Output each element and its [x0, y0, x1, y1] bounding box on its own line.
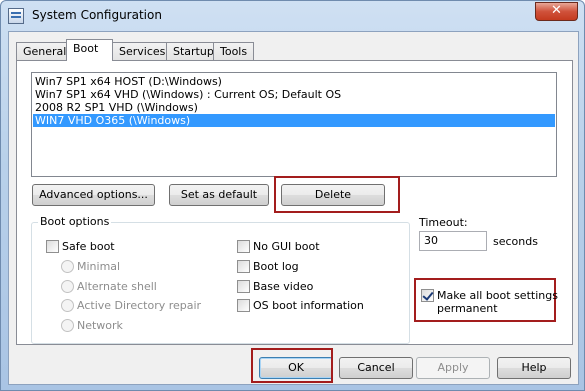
radio-dot — [61, 259, 74, 273]
minimal-label: Minimal — [77, 260, 121, 273]
ad-repair-radio[interactable]: Active Directory repair — [61, 298, 202, 313]
no-gui-boot-checkbox[interactable]: No GUI boot — [237, 239, 320, 254]
list-item[interactable]: 2008 R2 SP1 VHD (\Windows) — [33, 101, 555, 114]
alternate-shell-label: Alternate shell — [77, 280, 157, 293]
safe-boot-label: Safe boot — [62, 240, 115, 253]
boot-log-checkbox[interactable]: Boot log — [237, 259, 299, 274]
checkbox-box — [237, 239, 250, 253]
apply-button[interactable]: Apply — [416, 357, 490, 379]
make-permanent-label: Make all boot settings permanent — [437, 289, 558, 315]
list-item[interactable]: Win7 SP1 x64 HOST (D:\Windows) — [33, 75, 555, 88]
system-configuration-window: System Configuration ✕ General Boot Serv… — [0, 0, 585, 391]
minimal-radio[interactable]: Minimal — [61, 259, 121, 274]
boot-tab-panel: Win7 SP1 x64 HOST (D:\Windows) Win7 SP1 … — [16, 60, 573, 345]
timeout-input[interactable]: 30 — [419, 231, 487, 251]
timeout-label: Timeout: — [419, 216, 468, 229]
make-permanent-checkbox[interactable]: Make all boot settings permanent — [421, 288, 558, 317]
make-permanent-line-2: permanent — [437, 302, 498, 315]
tab-startup[interactable]: Startup — [166, 42, 214, 61]
window-title: System Configuration — [32, 8, 162, 22]
cancel-button[interactable]: Cancel — [339, 357, 413, 379]
ok-highlight-box — [251, 348, 333, 383]
no-gui-boot-label: No GUI boot — [253, 240, 320, 253]
tab-services[interactable]: Services — [112, 42, 167, 61]
checkbox-box — [237, 259, 250, 273]
title-bar[interactable]: System Configuration ✕ — [1, 1, 584, 31]
make-permanent-line-1: Make all boot settings — [437, 289, 558, 302]
checkbox-box-checked — [421, 288, 434, 302]
timeout-unit-label: seconds — [493, 235, 538, 248]
os-boot-info-checkbox[interactable]: OS boot information — [237, 298, 364, 313]
list-item[interactable]: Win7 SP1 x64 VHD (\Windows) : Current OS… — [33, 88, 555, 101]
radio-dot — [61, 298, 74, 312]
radio-dot — [61, 279, 74, 293]
help-button[interactable]: Help — [497, 357, 571, 379]
checkbox-box — [46, 239, 59, 253]
safe-boot-checkbox[interactable]: Safe boot — [46, 239, 115, 254]
dialog-client-area: General Boot Services Startup Tools Win7… — [8, 31, 579, 385]
base-video-label: Base video — [253, 280, 314, 293]
msconfig-icon — [8, 8, 24, 24]
list-item-selected[interactable]: WIN7 VHD O365 (\Windows) — [33, 114, 555, 127]
radio-dot — [61, 318, 74, 332]
alternate-shell-radio[interactable]: Alternate shell — [61, 279, 157, 294]
network-radio[interactable]: Network — [61, 318, 123, 333]
delete-highlight-box — [274, 176, 400, 213]
tab-boot[interactable]: Boot — [66, 39, 113, 61]
set-as-default-button[interactable]: Set as default — [169, 184, 269, 206]
os-boot-info-label: OS boot information — [253, 299, 364, 312]
boot-options-group: Boot options Safe boot Minimal Alternate… — [31, 215, 410, 344]
ad-repair-label: Active Directory repair — [77, 299, 202, 312]
boot-log-label: Boot log — [253, 260, 299, 273]
tab-general[interactable]: General — [16, 42, 67, 61]
checkbox-box — [237, 298, 250, 312]
boot-options-label: Boot options — [38, 215, 112, 228]
advanced-options-button[interactable]: Advanced options... — [32, 184, 155, 206]
boot-entries-list[interactable]: Win7 SP1 x64 HOST (D:\Windows) Win7 SP1 … — [31, 72, 557, 177]
tab-tools[interactable]: Tools — [213, 42, 254, 61]
checkbox-box — [237, 279, 250, 293]
network-label: Network — [77, 319, 123, 332]
base-video-checkbox[interactable]: Base video — [237, 279, 314, 294]
close-button[interactable]: ✕ — [535, 2, 578, 21]
